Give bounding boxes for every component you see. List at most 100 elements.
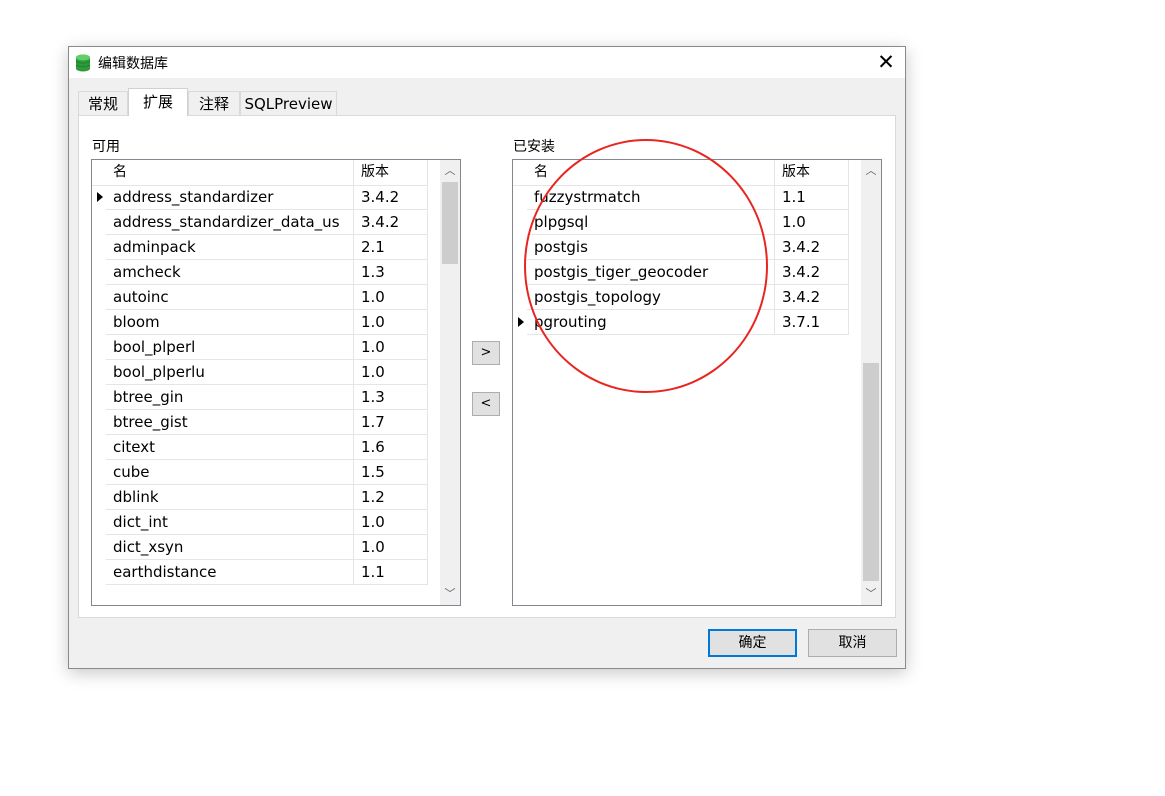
table-row[interactable]: postgis_tiger_geocoder 3.4.2	[513, 260, 849, 285]
row-header[interactable]	[513, 285, 527, 310]
row-header[interactable]	[513, 235, 527, 260]
extension-name-cell[interactable]: postgis_tiger_geocoder	[527, 260, 775, 285]
extension-version-cell[interactable]: 1.1	[354, 560, 428, 585]
table-row[interactable]: address_standardizer_data_us 3.4.2	[92, 210, 428, 235]
extension-name-cell[interactable]: address_standardizer	[106, 185, 354, 210]
extension-name-cell[interactable]: autoinc	[106, 285, 354, 310]
extension-name-cell[interactable]: amcheck	[106, 260, 354, 285]
table-row[interactable]: bloom 1.0	[92, 310, 428, 335]
table-row[interactable]: earthdistance 1.1	[92, 560, 428, 585]
title-bar[interactable]: 编辑数据库 ✕	[69, 47, 905, 78]
extension-version-cell[interactable]: 3.4.2	[775, 235, 849, 260]
row-header[interactable]	[92, 335, 106, 360]
row-header[interactable]	[513, 310, 527, 335]
extension-version-cell[interactable]: 1.0	[775, 210, 849, 235]
row-header[interactable]	[513, 185, 527, 210]
add-extension-button[interactable]: >	[472, 341, 500, 365]
extension-name-cell[interactable]: postgis_topology	[527, 285, 775, 310]
remove-extension-button[interactable]: <	[472, 392, 500, 416]
extension-name-cell[interactable]: address_standardizer_data_us	[106, 210, 354, 235]
table-row[interactable]: bool_plperlu 1.0	[92, 360, 428, 385]
row-header[interactable]	[92, 385, 106, 410]
table-row[interactable]: fuzzystrmatch 1.1	[513, 185, 849, 210]
table-row[interactable]: autoinc 1.0	[92, 285, 428, 310]
extension-name-cell[interactable]: plpgsql	[527, 210, 775, 235]
extension-version-cell[interactable]: 1.0	[354, 510, 428, 535]
installed-scrollbar[interactable]: ︿ ﹀	[861, 160, 881, 605]
tab-comment[interactable]: 注释	[188, 91, 240, 115]
extension-name-cell[interactable]: dict_int	[106, 510, 354, 535]
row-header[interactable]	[92, 460, 106, 485]
table-row[interactable]: btree_gist 1.7	[92, 410, 428, 435]
row-header[interactable]	[92, 435, 106, 460]
row-header[interactable]	[513, 260, 527, 285]
extension-name-cell[interactable]: adminpack	[106, 235, 354, 260]
extension-name-cell[interactable]: dblink	[106, 485, 354, 510]
row-header[interactable]	[92, 360, 106, 385]
extension-name-cell[interactable]: btree_gist	[106, 410, 354, 435]
table-row[interactable]: pgrouting 3.7.1	[513, 310, 849, 335]
extension-version-cell[interactable]: 1.0	[354, 335, 428, 360]
extension-name-cell[interactable]: citext	[106, 435, 354, 460]
row-header[interactable]	[92, 510, 106, 535]
row-header[interactable]	[92, 210, 106, 235]
table-row[interactable]: postgis_topology 3.4.2	[513, 285, 849, 310]
ok-button[interactable]: 确定	[708, 629, 797, 657]
tab-sqlpreview[interactable]: SQLPreview	[240, 91, 337, 115]
extension-version-cell[interactable]: 1.5	[354, 460, 428, 485]
table-row[interactable]: citext 1.6	[92, 435, 428, 460]
column-header-version[interactable]: 版本	[354, 160, 428, 185]
extension-version-cell[interactable]: 3.4.2	[354, 210, 428, 235]
cancel-button[interactable]: 取消	[808, 629, 897, 657]
row-header[interactable]	[92, 235, 106, 260]
tab-extensions[interactable]: 扩展	[128, 88, 188, 116]
row-header[interactable]	[92, 560, 106, 585]
extension-version-cell[interactable]: 3.4.2	[775, 285, 849, 310]
extension-name-cell[interactable]: bool_plperl	[106, 335, 354, 360]
extension-version-cell[interactable]: 1.1	[775, 185, 849, 210]
close-icon[interactable]: ✕	[871, 48, 901, 76]
row-header[interactable]	[92, 485, 106, 510]
row-header[interactable]	[92, 410, 106, 435]
scroll-up-icon[interactable]: ︿	[440, 161, 460, 181]
extension-name-cell[interactable]: bool_plperlu	[106, 360, 354, 385]
table-row[interactable]: bool_plperl 1.0	[92, 335, 428, 360]
table-row[interactable]: postgis 3.4.2	[513, 235, 849, 260]
row-header[interactable]	[513, 210, 527, 235]
extension-name-cell[interactable]: btree_gin	[106, 385, 354, 410]
scrollbar-thumb[interactable]	[863, 363, 879, 581]
extension-name-cell[interactable]: fuzzystrmatch	[527, 185, 775, 210]
scroll-down-icon[interactable]: ﹀	[861, 584, 881, 604]
extension-version-cell[interactable]: 1.0	[354, 360, 428, 385]
extension-version-cell[interactable]: 1.0	[354, 310, 428, 335]
extension-version-cell[interactable]: 1.3	[354, 385, 428, 410]
extension-version-cell[interactable]: 1.3	[354, 260, 428, 285]
available-scrollbar[interactable]: ︿ ﹀	[440, 160, 460, 605]
row-header[interactable]	[92, 285, 106, 310]
extension-name-cell[interactable]: cube	[106, 460, 354, 485]
scrollbar-thumb[interactable]	[442, 182, 458, 264]
row-header[interactable]	[92, 185, 106, 210]
table-row[interactable]: amcheck 1.3	[92, 260, 428, 285]
extension-name-cell[interactable]: postgis	[527, 235, 775, 260]
extension-version-cell[interactable]: 1.7	[354, 410, 428, 435]
table-row[interactable]: btree_gin 1.3	[92, 385, 428, 410]
extension-version-cell[interactable]: 3.4.2	[354, 185, 428, 210]
available-grid[interactable]: 名 版本 address_standardizer 3.4.2 address_st…	[91, 159, 461, 606]
row-header[interactable]	[92, 260, 106, 285]
extension-name-cell[interactable]: earthdistance	[106, 560, 354, 585]
installed-grid[interactable]: 名 版本 fuzzystrmatch 1.1 plpgsql 1.0 postgis 3.…	[512, 159, 882, 606]
table-row[interactable]: address_standardizer 3.4.2	[92, 185, 428, 210]
extension-version-cell[interactable]: 1.2	[354, 485, 428, 510]
extension-version-cell[interactable]: 2.1	[354, 235, 428, 260]
tab-general[interactable]: 常规	[78, 91, 128, 115]
extension-name-cell[interactable]: bloom	[106, 310, 354, 335]
extension-version-cell[interactable]: 3.4.2	[775, 260, 849, 285]
extension-version-cell[interactable]: 1.0	[354, 535, 428, 560]
table-row[interactable]: plpgsql 1.0	[513, 210, 849, 235]
column-header-name[interactable]: 名	[527, 160, 775, 185]
extension-version-cell[interactable]: 1.0	[354, 285, 428, 310]
row-header[interactable]	[92, 310, 106, 335]
extension-name-cell[interactable]: pgrouting	[527, 310, 775, 335]
column-header-version[interactable]: 版本	[775, 160, 849, 185]
